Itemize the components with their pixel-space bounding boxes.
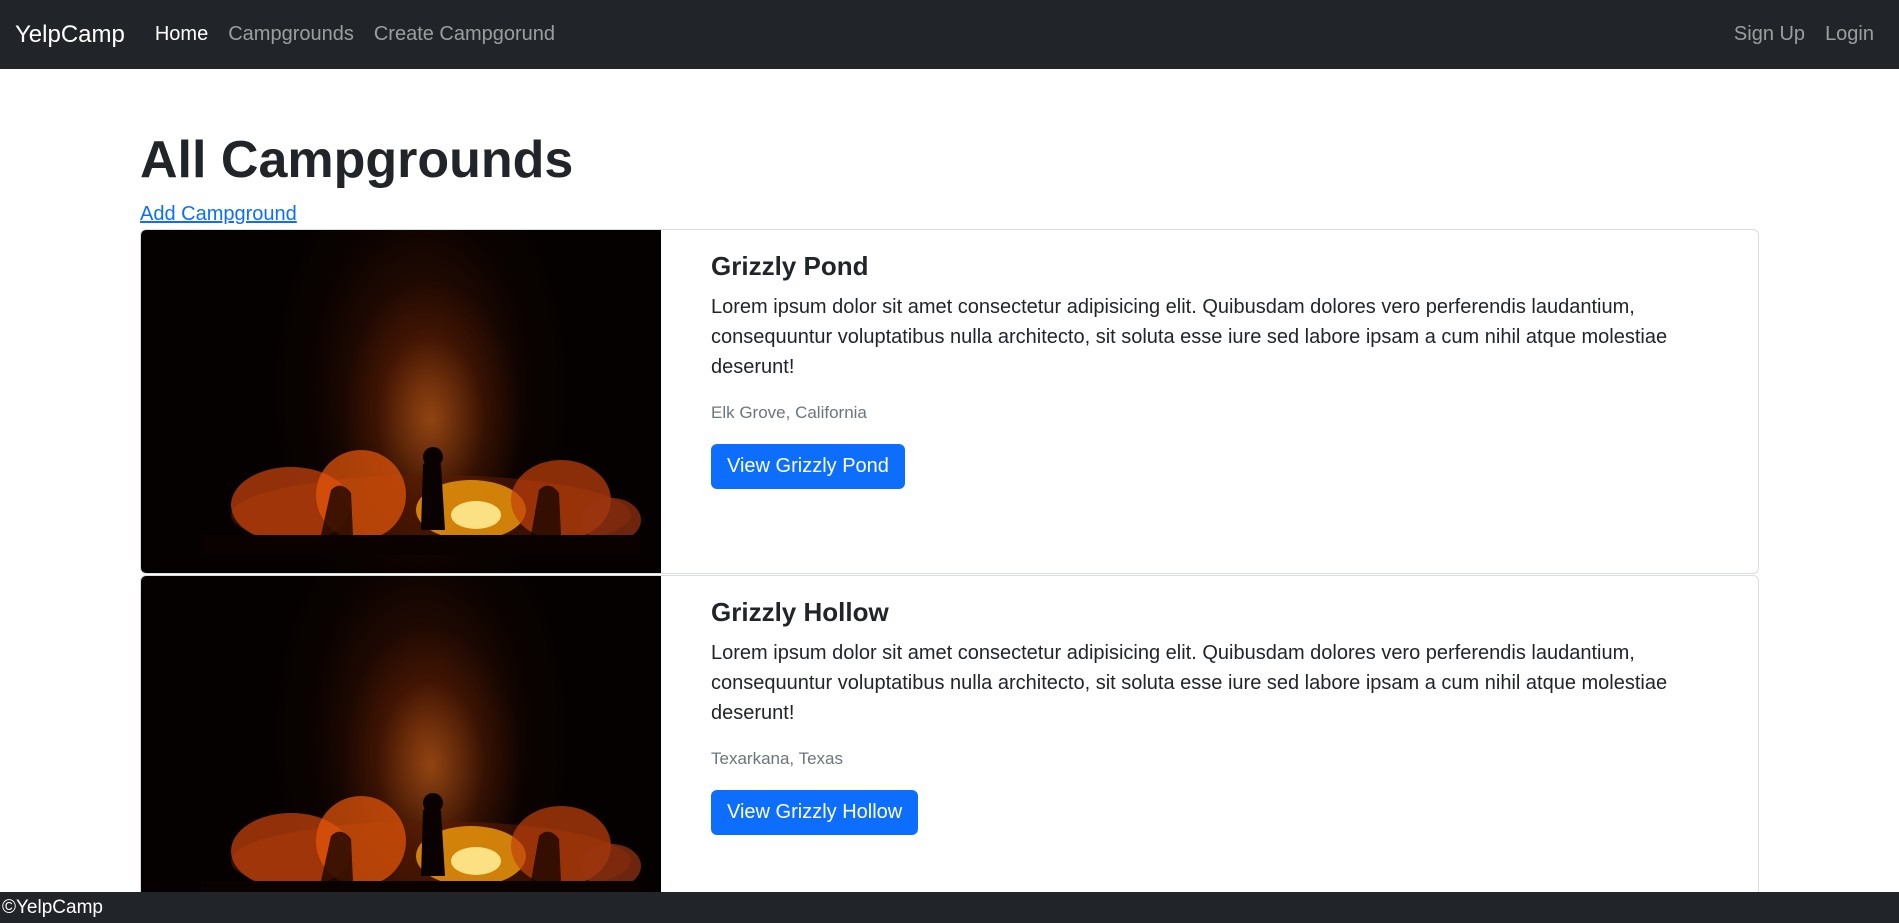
campground-title: Grizzly Hollow — [711, 597, 889, 627]
nav-links: Home Campgrounds Create Campgorund — [155, 23, 575, 46]
add-campground-link[interactable]: Add Campground — [140, 203, 297, 226]
nav-link-create-campground[interactable]: Create Campgorund — [374, 23, 555, 46]
campground-card-body: Grizzly Hollow Lorem ipsum dolor sit ame… — [711, 594, 1711, 835]
campground-location: Elk Grove, California — [711, 403, 867, 422]
campfire-illustration — [201, 793, 641, 901]
campground-image — [141, 576, 661, 919]
campground-card-body: Grizzly Pond Lorem ipsum dolor sit amet … — [711, 248, 1711, 489]
nav-link-home[interactable]: Home — [155, 23, 208, 46]
view-campground-button[interactable]: View Grizzly Pond — [711, 444, 905, 489]
campground-card: Grizzly Hollow Lorem ipsum dolor sit ame… — [140, 575, 1759, 920]
campground-location: Texarkana, Texas — [711, 749, 843, 768]
campground-image — [141, 230, 661, 573]
view-campground-button[interactable]: View Grizzly Hollow — [711, 790, 919, 835]
campground-title: Grizzly Pond — [711, 251, 869, 281]
nav-auth-links: Sign Up Login — [1734, 23, 1894, 46]
nav-link-login[interactable]: Login — [1825, 23, 1874, 46]
campground-card: Grizzly Pond Lorem ipsum dolor sit amet … — [140, 229, 1759, 574]
navbar: YelpCamp Home Campgrounds Create Campgor… — [0, 0, 1899, 69]
page-title: All Campgrounds — [140, 131, 574, 189]
footer-copyright: ©YelpCamp — [2, 896, 103, 918]
brand-logo-link[interactable]: YelpCamp — [15, 21, 125, 49]
campfire-illustration — [201, 447, 641, 555]
nav-link-campgrounds[interactable]: Campgrounds — [228, 23, 354, 46]
campground-description: Lorem ipsum dolor sit amet consectetur a… — [711, 296, 1668, 378]
campground-description: Lorem ipsum dolor sit amet consectetur a… — [711, 642, 1668, 724]
nav-link-sign-up[interactable]: Sign Up — [1734, 23, 1805, 46]
footer: ©YelpCamp — [0, 892, 1899, 923]
